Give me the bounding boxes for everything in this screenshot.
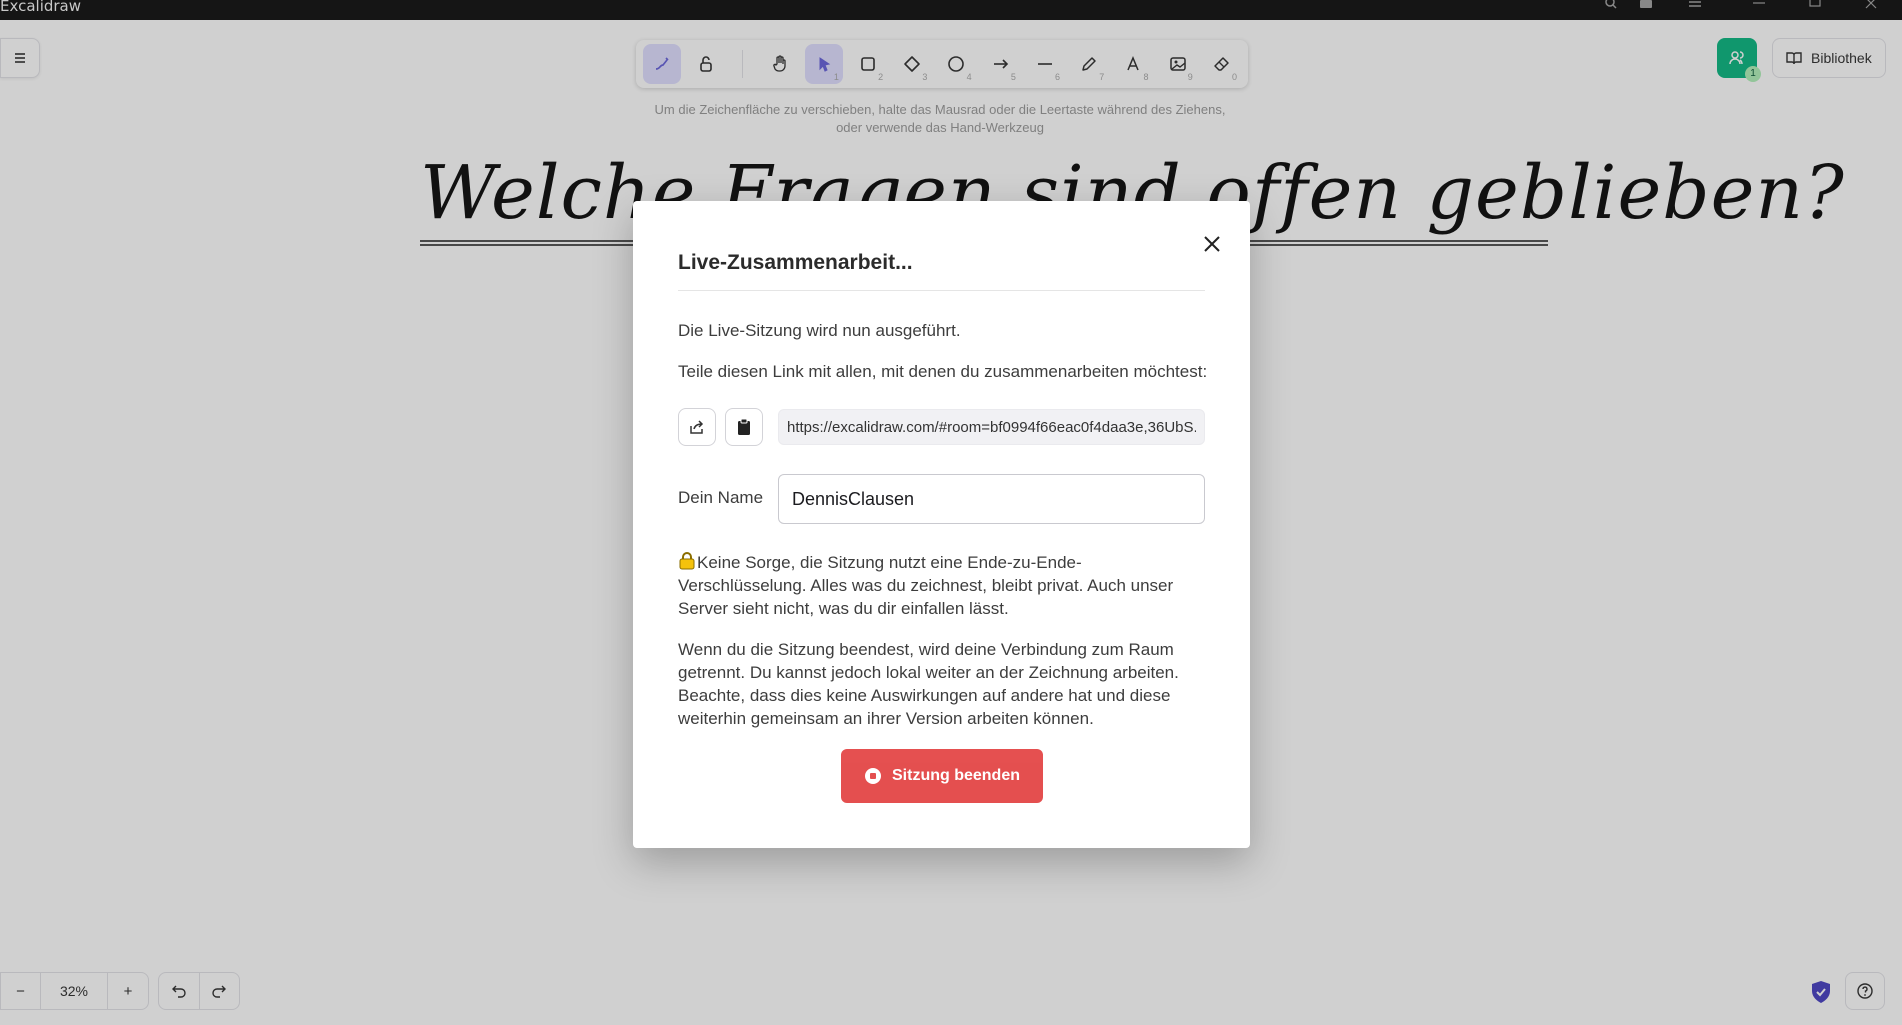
zoom-icon[interactable] <box>1604 0 1618 10</box>
stop-session-button[interactable]: Sitzung beenden <box>841 749 1043 803</box>
dialog-title: Live-Zusammenarbeit... <box>678 251 913 274</box>
privacy-notice: Keine Sorge, die Sitzung nutzt eine Ende… <box>678 551 1208 620</box>
maximize-icon[interactable] <box>1808 0 1822 10</box>
clipboard-icon <box>738 418 750 435</box>
share-link-button[interactable] <box>678 408 716 446</box>
minimize-icon[interactable] <box>1752 0 1766 10</box>
privacy-notice-text: Keine Sorge, die Sitzung nutzt eine Ende… <box>678 553 1174 618</box>
username-input[interactable] <box>778 474 1205 524</box>
stop-icon <box>865 768 881 784</box>
app-title: Excalidraw <box>0 0 82 15</box>
share-icon <box>690 420 704 434</box>
session-running-text: Die Live-Sitzung wird nun ausgeführt. <box>678 321 961 340</box>
close-window-icon[interactable] <box>1864 0 1878 10</box>
live-collaboration-dialog: Live-Zusammenarbeit... Die Live-Sitzung … <box>633 201 1250 848</box>
dialog-close-button[interactable] <box>1196 228 1228 260</box>
copy-link-button[interactable] <box>725 408 763 446</box>
share-link-instruction: Teile diesen Link mit allen, mit denen d… <box>678 362 1208 381</box>
close-icon <box>1204 236 1220 252</box>
dialog-divider <box>678 290 1205 291</box>
window-titlebar: Excalidraw <box>0 0 1902 20</box>
more-menu-icon[interactable] <box>1688 0 1702 10</box>
name-field-label: Dein Name <box>678 488 764 507</box>
end-session-explanation: Wenn du die Sitzung beendest, wird deine… <box>678 640 1179 728</box>
extensions-icon[interactable] <box>1638 0 1654 10</box>
room-link-input[interactable] <box>778 409 1205 445</box>
lock-icon <box>679 552 695 570</box>
stop-session-label: Sitzung beenden <box>892 767 1020 784</box>
